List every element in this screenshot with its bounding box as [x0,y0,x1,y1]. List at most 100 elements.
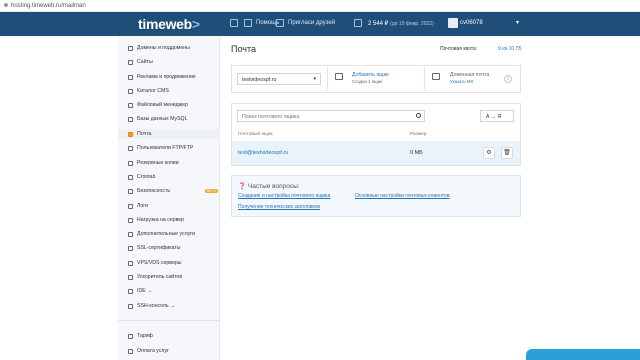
gift-icon [276,19,284,27]
page-title: Почта [231,44,256,54]
beta-badge: BETA [204,189,218,193]
sidebar-item[interactable]: Реклама и продвижение [128,72,218,82]
sidebar-item-label: Нагрузка на сервер [137,217,185,223]
sidebar-divider [118,320,220,321]
sidebar-item-label: Домены и поддомены [137,45,190,51]
sidebar-item[interactable]: Нагрузка на сервер [128,215,218,225]
globe-icon [128,45,133,51]
sidebar-item[interactable]: Базы данных MySQL [128,114,218,124]
sidebar-item-label: Почта [137,131,152,137]
sidebar-item[interactable]: SSH-консоль → [128,301,218,311]
logo[interactable]: timeweb> [138,16,200,32]
sidebar-item[interactable]: VPS/VDS серверы [128,258,218,268]
invite-link[interactable]: Пригласи друзей [288,20,335,26]
info-icon[interactable]: i [504,75,512,83]
folder-icon [128,102,133,108]
add-mail-icon [335,73,343,80]
quota-value[interactable]: 9 из 10 ГБ [498,46,522,52]
sidebar-item[interactable]: Ускоритель сайтов [128,272,218,282]
site-icon [128,59,133,65]
load-icon [128,217,133,223]
browser-url-bar[interactable]: hosting.timeweb.ru/mailman [0,0,640,12]
sidebar-item[interactable]: Оплата услуг [128,346,218,356]
domain-mail-icon [432,73,440,80]
sidebar-item-label: Оплата услуг [137,348,169,354]
sidebar-item[interactable]: SSL-сертификаты [128,243,218,253]
balance-note: (до 19 февр. 2022) [390,21,434,27]
sidebar-item[interactable]: Логи [128,201,218,211]
logo-main: timeweb [138,16,192,32]
sidebar-item[interactable]: Резервные копии [128,158,218,168]
sidebar-item-label: Ускоритель сайтов [137,274,183,280]
sidebar-item[interactable]: Тариф [128,331,218,341]
sidebar-item[interactable]: Файловый менеджер [128,100,218,110]
domain-select[interactable]: testvideospf.ru ▾ [237,73,321,85]
cms-icon [128,88,133,94]
sidebar-item-label: IDE → [137,288,153,294]
menu-icon[interactable] [230,19,238,27]
wallet-icon [354,19,362,27]
chevron-down-icon[interactable]: ▾ [516,19,519,26]
separator [424,67,425,91]
sidebar-item-label: SSL-сертификаты [137,245,181,251]
faq-link-create[interactable]: Создание и настройка почтового ящика [238,193,330,199]
add-mailbox-button[interactable]: Добавить ящик Создан 1 ящик [352,72,389,84]
sidebar-item[interactable]: IDE → [128,286,218,296]
username[interactable]: cv06078 [460,20,483,26]
domain-select-value: testvideospf.ru [242,77,277,83]
add-mailbox-label: Добавить ящик [352,72,389,78]
sidebar-item[interactable]: Crontab [128,172,218,182]
search-input[interactable]: Поиск почтового ящика [237,110,425,122]
delete-trash-button[interactable]: 🗑 [501,147,513,159]
avatar[interactable] [448,18,458,28]
sidebar-item-label: Сайты [137,59,153,65]
caret-down-icon: ▾ [313,76,316,82]
chat-widget-button[interactable] [526,349,640,360]
faq-link-headers[interactable]: Получение технических заголовков [238,204,320,210]
question-icon: ❓ [238,183,248,190]
mailbox-size: 0 МБ [410,150,423,156]
faq-link-clients[interactable]: Основные настройки почтовых клиентов [355,193,449,199]
sidebar-item[interactable]: Сайты [128,57,218,67]
lock-icon [4,3,8,7]
add-mailbox-sub: Создан 1 ящик [352,79,383,84]
sidebar-item[interactable]: Почта [128,129,218,139]
domain-mail-sub: Указать MX [450,79,474,84]
quota-label: Почтовая квота: [440,46,478,52]
sidebar-item-label: Пользователи FTP/FTP [137,145,194,151]
domain-mail-button[interactable]: Доменная почта Указать MX [450,72,489,84]
terminal-icon [128,303,133,309]
mailbox-email-link[interactable]: test@testvideospf.ru [238,150,288,156]
server-icon [128,260,133,266]
domain-mail-label: Доменная почта [450,72,490,78]
faq-title-text: Частые вопросы: [247,183,300,190]
search-icon[interactable] [416,113,421,118]
sidebar-item[interactable]: Дополнительные услуги [128,229,218,239]
sidebar-item-label: Безопасность [137,188,171,194]
plus-icon [128,231,133,237]
sidebar-item[interactable]: Безопасность BETA [128,186,218,196]
logo-accent: > [191,16,200,32]
sidebar-item-label: Crontab [137,174,156,180]
lock-icon [128,245,133,251]
sidebar-item[interactable]: Пользователи FTP/FTP [128,143,218,153]
sidebar-item-label: Каталог CMS [137,88,169,94]
payment-icon [128,348,133,354]
log-icon [128,203,133,209]
balance[interactable]: 2 544 ₽ (до 19 февр. 2022) [368,20,434,27]
backup-icon [128,160,133,166]
search-placeholder: Поиск почтового ящика [242,114,300,120]
settings-gear-button[interactable]: ⚙ [483,147,495,159]
column-header-mailbox: Почтовый ящик [238,132,273,137]
sidebar-item-label: Базы данных MySQL [137,116,188,122]
sort-select[interactable]: А → Я [480,110,514,122]
mail-icon [128,131,133,137]
faq-title: ❓ Частые вопросы: [238,182,300,190]
url-text: hosting.timeweb.ru/mailman [11,3,86,9]
sidebar-item-label: Реклама и продвижение [137,74,196,80]
sidebar-item[interactable]: Каталог CMS [128,86,218,96]
balance-amount: 2 544 ₽ [368,21,389,27]
top-navigation: timeweb> Помощь Пригласи друзей 2 544 ₽ … [0,12,640,36]
sidebar-item[interactable]: Домены и поддомены [128,43,218,53]
column-header-size: Размер [410,132,427,137]
